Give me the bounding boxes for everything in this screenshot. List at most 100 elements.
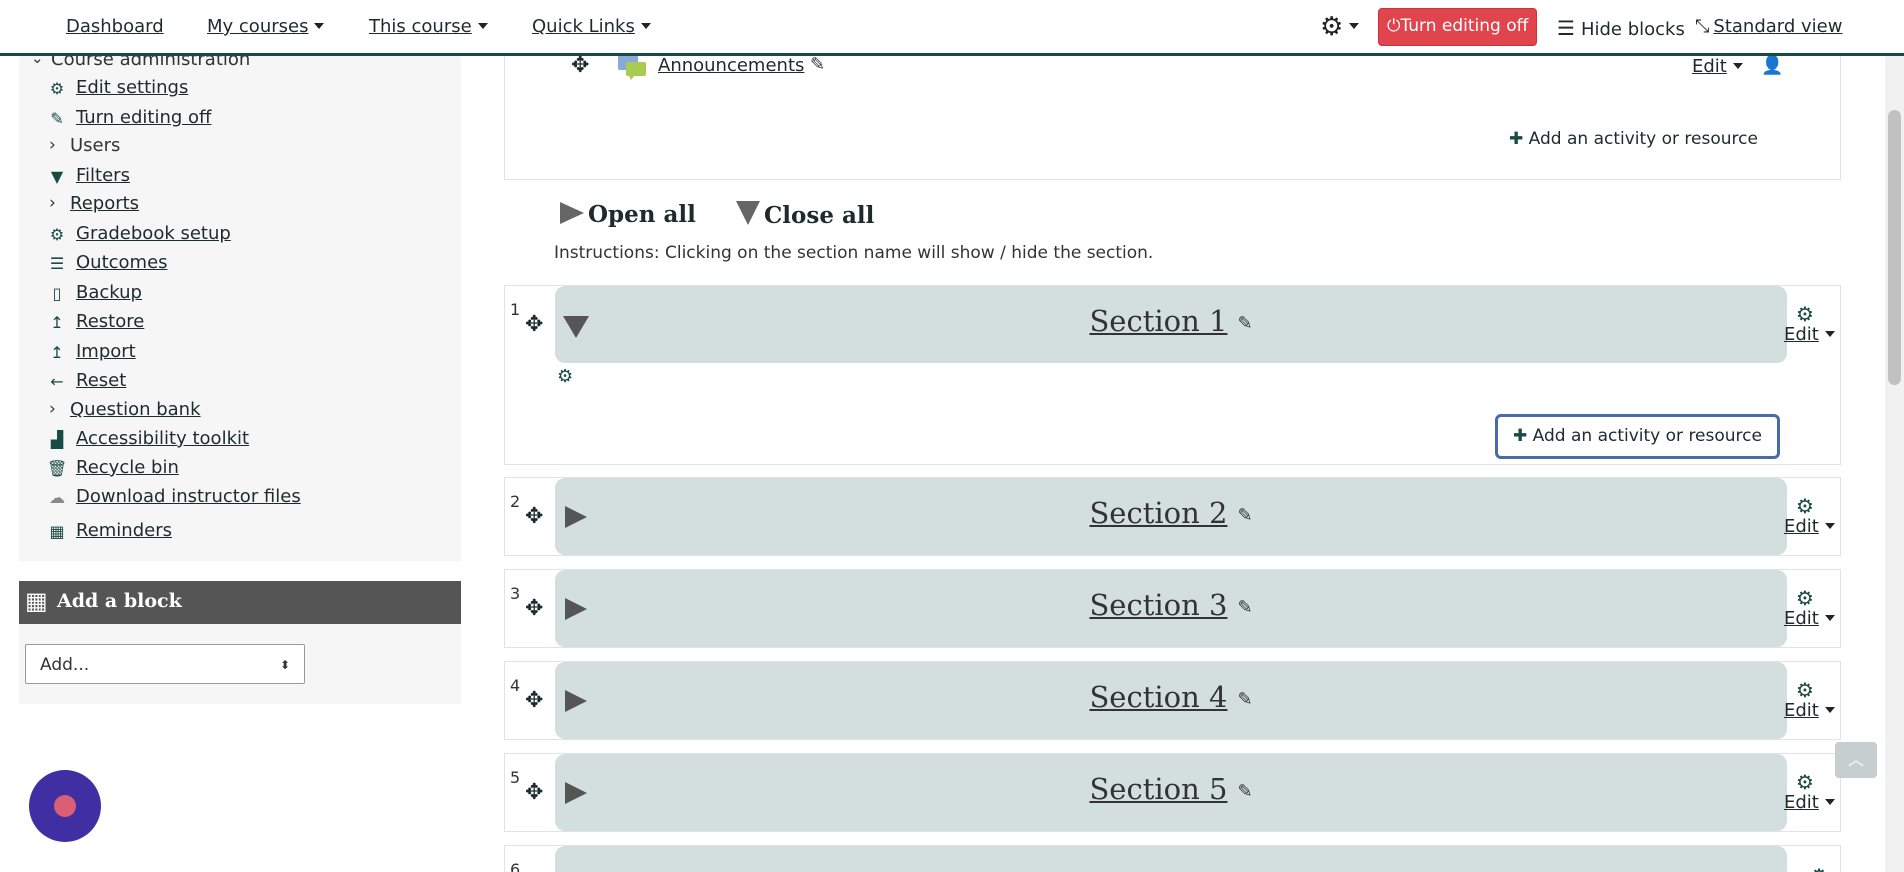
add-activity-label: Add an activity or resource xyxy=(1528,129,1758,149)
section-header-bar[interactable]: Section 3 ✎ xyxy=(555,570,1787,647)
add-block-title: Add a block xyxy=(57,590,182,612)
arrow-left-icon: ← xyxy=(50,372,64,391)
section-title[interactable]: Section 2 xyxy=(1089,496,1227,530)
sidebar-item-label: Backup xyxy=(76,282,142,303)
caret-down-icon xyxy=(1824,331,1835,337)
pencil-icon[interactable]: ✎ xyxy=(1237,689,1252,710)
announcements-link[interactable]: Announcements xyxy=(658,55,804,76)
sidebar-item-label: Import xyxy=(76,341,136,362)
standard-view-button[interactable]: ⤡ Standard view xyxy=(1695,16,1842,37)
section-header-bar[interactable]: Section 4 ✎ xyxy=(555,662,1787,739)
gear-icon: ⚙ xyxy=(1796,586,1814,610)
pencil-icon[interactable]: ✎ xyxy=(1237,781,1252,802)
caret-down-icon xyxy=(640,23,651,29)
chevron-right-icon: › xyxy=(49,193,56,213)
nav-quick-links-menu[interactable]: Quick Links xyxy=(532,16,651,37)
move-icon[interactable]: ✥ xyxy=(525,780,543,805)
section-header-bar[interactable] xyxy=(555,846,1787,872)
section-edit-menu[interactable]: ⚙ Edit xyxy=(1784,588,1840,629)
nav-my-courses-menu[interactable]: My courses xyxy=(207,16,325,37)
section-edit-menu[interactable]: ⚙ Edit xyxy=(1784,680,1840,721)
chevron-right-icon: › xyxy=(49,399,56,419)
add-block-select-value: Add... xyxy=(40,655,90,675)
gear-icon: ⚙ xyxy=(49,79,65,98)
section-header-bar[interactable]: Section 5 ✎ xyxy=(555,754,1787,831)
section-4: 4 ✥ Section 4 ✎ ⚙ Edit xyxy=(504,661,1841,740)
plus-icon: ✚ xyxy=(1509,129,1524,149)
move-icon[interactable]: ✥ xyxy=(525,504,543,529)
back-to-top-button[interactable]: ︿ xyxy=(1835,742,1877,778)
turn-editing-off-label: Turn editing off xyxy=(1400,16,1529,36)
section-edit-menu[interactable]: ⚙ Edit xyxy=(1784,772,1840,813)
cloud-download-icon: ☁ xyxy=(49,488,65,507)
add-activity-button[interactable]: ✚ Add an activity or resource xyxy=(1509,129,1758,149)
caret-down-icon xyxy=(314,23,325,29)
standard-view-label: Standard view xyxy=(1713,16,1843,37)
move-icon[interactable]: ✥ xyxy=(525,312,543,337)
caret-down-icon xyxy=(1824,707,1835,713)
gear-icon: ⚙ xyxy=(1320,12,1344,42)
open-all-label: Open all xyxy=(588,201,696,228)
move-icon[interactable]: ✥ xyxy=(525,596,543,621)
user-icon[interactable]: 👤 xyxy=(1761,55,1783,76)
section-title[interactable]: Section 4 xyxy=(1089,680,1227,714)
floating-assistant-button[interactable] xyxy=(29,770,101,842)
edit-label: Edit xyxy=(1784,700,1819,721)
open-all-button[interactable]: Open all xyxy=(560,201,696,228)
section-5: 5 ✥ Section 5 ✎ ⚙ Edit xyxy=(504,753,1841,832)
gear-icon: ⚙ xyxy=(1796,494,1814,518)
chevron-up-icon: ︿ xyxy=(1847,750,1864,769)
nav-dashboard-link[interactable]: Dashboard xyxy=(66,16,164,37)
gear-icon: ⚙ xyxy=(1796,770,1814,794)
pencil-icon[interactable]: ✎ xyxy=(1237,313,1252,334)
top-navbar: Dashboard My courses This course Quick L… xyxy=(0,0,1904,56)
scrollbar-thumb[interactable] xyxy=(1888,110,1901,385)
pencil-icon[interactable]: ✎ xyxy=(1237,505,1252,526)
chart-icon: ▟ xyxy=(50,430,64,449)
turn-editing-off-button[interactable]: ⏻Turn editing off xyxy=(1378,8,1538,46)
section-edit-menu[interactable]: ⚙ Edit xyxy=(1784,496,1840,537)
pencil-icon[interactable]: ✎ xyxy=(810,54,825,75)
page-scrollbar[interactable] xyxy=(1885,0,1904,872)
edit-label: Edit xyxy=(1784,324,1819,345)
gear-icon[interactable]: ⚙ xyxy=(1810,864,1828,872)
pencil-icon[interactable]: ✎ xyxy=(1237,597,1252,618)
move-icon[interactable]: ✥ xyxy=(525,688,543,713)
edit-label: Edit xyxy=(1784,608,1819,629)
add-block-header: ▦ Add a block xyxy=(19,581,461,624)
forum-icon xyxy=(617,53,647,81)
section-title-wrap: Section 1 ✎ xyxy=(555,304,1787,338)
section-edit-menu[interactable]: ⚙ Edit xyxy=(1784,304,1840,345)
sidebar-item-label: Accessibility toolkit xyxy=(76,428,250,449)
add-activity-button[interactable]: ✚ Add an activity or resource xyxy=(1495,414,1780,459)
move-icon[interactable]: ✥ xyxy=(571,53,589,78)
list-icon: ☰ xyxy=(49,254,65,273)
nav-this-course-menu[interactable]: This course xyxy=(369,16,488,37)
section-title[interactable]: Section 1 xyxy=(1089,304,1227,338)
section-number: 3 xyxy=(510,584,521,603)
section-header-bar[interactable]: Section 2 ✎ xyxy=(555,478,1787,555)
section-title[interactable]: Section 5 xyxy=(1089,772,1227,806)
announcements-edit-menu[interactable]: Edit xyxy=(1692,56,1743,77)
section-number: 1 xyxy=(510,300,521,319)
sidebar-item-label: Filters xyxy=(76,165,130,186)
course-administration-block: ⌄ Course administration ⚙ Edit settings … xyxy=(19,49,461,561)
close-all-button[interactable]: Close all xyxy=(736,201,874,229)
section-6: 6 ⚙ xyxy=(504,845,1841,872)
section-header-bar[interactable]: Section 1 ✎ xyxy=(555,286,1787,363)
add-block-select[interactable]: Add... ⬍ xyxy=(25,644,305,684)
sidebar-item-label: Reset xyxy=(76,370,127,391)
sidebar-item-label: Question bank xyxy=(70,399,201,420)
sidebar-item-label: Reports xyxy=(70,193,140,214)
hide-blocks-button[interactable]: ☰ Hide blocks xyxy=(1557,16,1685,40)
instructions-text: Instructions: Clicking on the section na… xyxy=(554,243,1154,263)
blocks-icon: ▦ xyxy=(25,587,48,615)
close-all-label: Close all xyxy=(764,202,875,229)
section-title[interactable]: Section 3 xyxy=(1089,588,1227,622)
section-title-wrap: Section 4 ✎ xyxy=(555,680,1787,714)
chevron-right-icon: › xyxy=(49,135,56,155)
gear-icon[interactable]: ⚙ xyxy=(557,366,573,387)
section-number: 5 xyxy=(510,768,521,787)
settings-menu[interactable]: ⚙ xyxy=(1320,12,1360,42)
sidebar-item-label: Edit settings xyxy=(76,77,189,98)
